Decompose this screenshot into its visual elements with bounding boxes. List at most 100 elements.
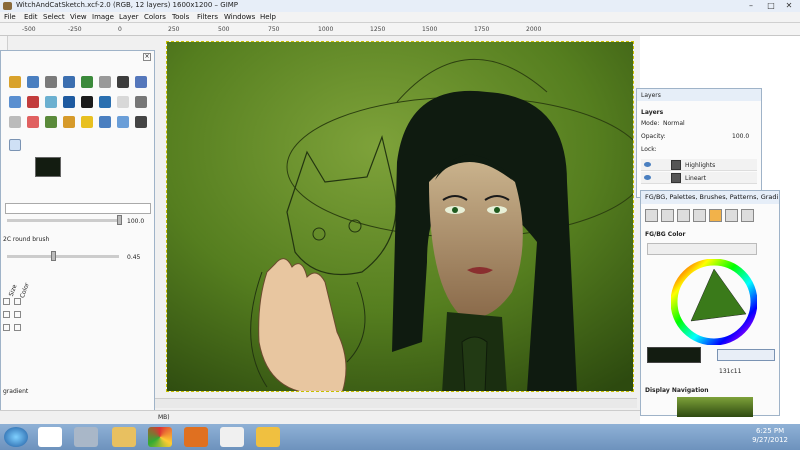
menu-image[interactable]: Image: [92, 13, 114, 21]
scale-slider-handle[interactable]: [51, 251, 56, 261]
layer-row[interactable]: Lineart: [641, 172, 757, 184]
dynamics-checkbox[interactable]: [3, 324, 10, 331]
chrome-icon[interactable]: [148, 427, 172, 447]
horizontal-scrollbar[interactable]: [155, 398, 637, 408]
brush-name[interactable]: 2C round brush: [3, 236, 49, 243]
layer-name: Lineart: [685, 175, 706, 182]
layers-title-bar[interactable]: Layers: [637, 89, 761, 101]
artwork: [167, 42, 633, 391]
pattern-tab-icon[interactable]: [693, 209, 706, 222]
document-tab-icon[interactable]: [741, 209, 754, 222]
memory-usage: MB): [158, 414, 170, 421]
menu-help[interactable]: Help: [260, 13, 276, 21]
menu-layer[interactable]: Layer: [119, 13, 139, 21]
foreground-color-swatch[interactable]: [35, 157, 61, 177]
measure-tool-icon[interactable]: [9, 116, 21, 128]
visibility-eye-icon[interactable]: [644, 162, 651, 167]
paths-tool-icon[interactable]: [63, 96, 75, 108]
color-label: Color: [18, 281, 31, 300]
palette-tab-icon[interactable]: [661, 209, 674, 222]
menu-select[interactable]: Select: [43, 13, 65, 21]
zoom-tool-icon[interactable]: [135, 116, 147, 128]
ruler-tick: 2000: [526, 26, 542, 33]
text-tool-icon[interactable]: [81, 116, 93, 128]
airbrush-tool-icon[interactable]: [45, 76, 57, 88]
clone-tool-icon[interactable]: [81, 76, 93, 88]
menu-colors[interactable]: Colors: [144, 13, 166, 21]
opacity-label: Opacity:: [641, 133, 666, 140]
bucket-tool-icon[interactable]: [135, 96, 147, 108]
mode-label: Mode:: [641, 120, 660, 127]
menu-view[interactable]: View: [70, 13, 87, 21]
color-picker-tool-icon[interactable]: [81, 96, 93, 108]
gimp-app-icon: [3, 2, 12, 10]
layer-thumbnail: [671, 173, 681, 183]
dynamics-checkbox[interactable]: [14, 311, 21, 318]
ruler-tick: 500: [218, 26, 230, 33]
color-selector-tabs[interactable]: [647, 243, 757, 255]
explorer-icon[interactable]: [112, 427, 136, 447]
device-status-icon[interactable]: [9, 139, 21, 151]
move-tool-icon[interactable]: [99, 96, 111, 108]
menu-file[interactable]: File: [4, 13, 16, 21]
color-picker-button[interactable]: [717, 349, 775, 361]
menu-edit[interactable]: Edit: [24, 13, 38, 21]
dynamics-checkbox[interactable]: [3, 311, 10, 318]
menu-tools[interactable]: Tools: [172, 13, 189, 21]
taskbar: 6:25 PM 9/27/2012: [0, 424, 800, 450]
gradient-tab-icon[interactable]: [709, 209, 722, 222]
gradient-tool-icon[interactable]: [117, 96, 129, 108]
start-orb-icon[interactable]: [4, 427, 28, 447]
navigation-preview[interactable]: [677, 397, 753, 417]
minimize-button[interactable]: –: [740, 0, 762, 11]
blender-icon[interactable]: [220, 427, 244, 447]
ruler-tick: 0: [118, 26, 122, 33]
dynamics-checkbox[interactable]: [14, 324, 21, 331]
title-bar: WitchAndCatSketch.xcf-2.0 (RGB, 12 layer…: [0, 0, 800, 12]
blur-tool-icon[interactable]: [135, 76, 147, 88]
gimp-icon[interactable]: [74, 427, 98, 447]
font-tab-icon[interactable]: [725, 209, 738, 222]
smudge-tool-icon[interactable]: [117, 76, 129, 88]
brush-tool-icon[interactable]: [27, 76, 39, 88]
fuzzy-select-tool-icon[interactable]: [45, 96, 57, 108]
perspective-tool-icon[interactable]: [99, 116, 111, 128]
toolbox-close-icon[interactable]: ×: [143, 53, 151, 61]
clock[interactable]: 6:25 PM 9/27/2012: [752, 427, 788, 445]
fg-color-preview[interactable]: [647, 347, 701, 363]
image-canvas[interactable]: [166, 41, 634, 392]
close-button[interactable]: ✕: [778, 0, 800, 11]
pencil-tool-icon[interactable]: [9, 76, 21, 88]
layers-panel: Layers Layers Mode: Normal Opacity: 100.…: [636, 88, 762, 198]
opacity-slider-track[interactable]: [7, 219, 119, 222]
hex-value-field[interactable]: 131c11: [719, 368, 741, 375]
picasa-icon[interactable]: [38, 427, 62, 447]
select-rect-tool-icon[interactable]: [9, 96, 21, 108]
dodge-burn-tool-icon[interactable]: [63, 116, 75, 128]
fgbg-tab-icon[interactable]: [645, 209, 658, 222]
menu-filters[interactable]: Filters: [197, 13, 218, 21]
color-wheel[interactable]: [671, 259, 757, 345]
vlc-icon[interactable]: [256, 427, 280, 447]
eraser-tool-icon[interactable]: [27, 116, 39, 128]
scissors-tool-icon[interactable]: [27, 96, 39, 108]
warp-tool-icon[interactable]: [117, 116, 129, 128]
mode-dropdown[interactable]: [5, 203, 151, 214]
layer-thumbnail: [671, 160, 681, 170]
firefox-icon[interactable]: [184, 427, 208, 447]
opacity-slider-handle[interactable]: [117, 215, 122, 225]
mode-value[interactable]: Normal: [663, 120, 685, 127]
brush-tab-icon[interactable]: [677, 209, 690, 222]
visibility-eye-icon[interactable]: [644, 175, 651, 180]
dynamics-checkbox[interactable]: [14, 298, 21, 305]
menu-windows[interactable]: Windows: [224, 13, 255, 21]
ink-tool-icon[interactable]: [63, 76, 75, 88]
ruler-tick: 1500: [422, 26, 438, 33]
layer-row[interactable]: Highlights: [641, 159, 757, 171]
scale-slider-track[interactable]: [7, 255, 119, 258]
crop-tool-icon[interactable]: [45, 116, 57, 128]
fgbg-window-title[interactable]: FG/BG, Palettes, Brushes, Patterns, Grad…: [641, 191, 779, 204]
heal-tool-icon[interactable]: [99, 76, 111, 88]
fgbg-palettes-panel: FG/BG, Palettes, Brushes, Patterns, Grad…: [640, 190, 780, 417]
dynamics-checkbox[interactable]: [3, 298, 10, 305]
